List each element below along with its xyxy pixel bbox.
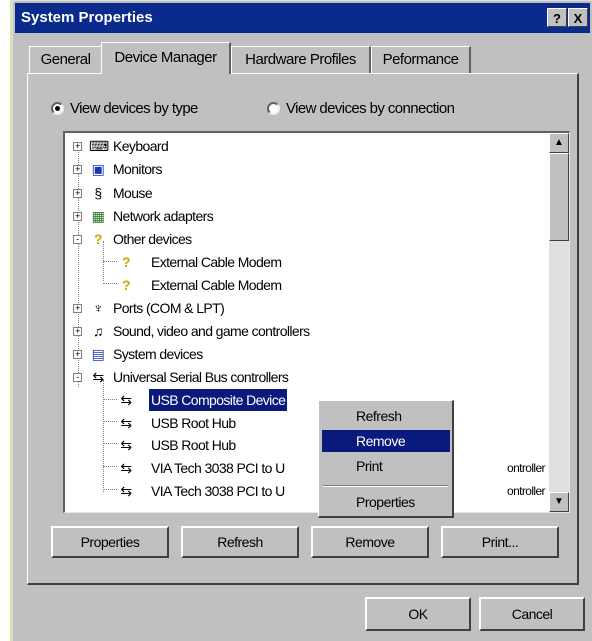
refresh-button[interactable]: Refresh	[181, 526, 299, 558]
tree-item-label: Mouse	[113, 185, 153, 201]
expand-icon[interactable]: +	[73, 165, 82, 174]
tree-connector	[103, 283, 117, 284]
usb-icon: ⇆	[120, 392, 132, 408]
usb-icon: ⇆	[120, 437, 132, 453]
tree-scrollbar[interactable]: ▲ ▼	[549, 133, 569, 512]
remove-button[interactable]: Remove	[311, 526, 429, 558]
usb-icon: ⇆	[120, 460, 132, 476]
radio-view-by-connection[interactable]: View devices by connection	[267, 100, 455, 117]
tab-hardware-profiles[interactable]: Hardware Profiles	[231, 46, 371, 73]
menu-item-properties[interactable]: Properties	[322, 491, 450, 513]
properties-button[interactable]: Properties	[51, 526, 169, 558]
tree-item-label: VIA Tech 3038 PCI to U	[151, 483, 285, 499]
expand-icon[interactable]: +	[73, 212, 82, 221]
tree-item-label: External Cable Modem	[151, 277, 282, 293]
sound-icon: ♫	[93, 323, 104, 339]
tree-item-label: System devices	[113, 346, 203, 362]
menu-item-refresh[interactable]: Refresh	[322, 405, 450, 427]
tree-item-label: Other devices	[113, 231, 192, 247]
tree-connector	[103, 261, 117, 262]
scroll-down-button[interactable]: ▼	[549, 492, 569, 512]
title-bar[interactable]: System Properties ? X	[15, 3, 590, 33]
tree-item-label: Ports (COM & LPT)	[113, 300, 225, 316]
tree-item-label: VIA Tech 3038 PCI to U	[151, 460, 285, 476]
radio-label: View devices by type	[70, 100, 198, 117]
expand-icon[interactable]: +	[73, 327, 82, 336]
unknown-device-icon: ?	[94, 231, 103, 247]
tree-connector	[103, 443, 117, 444]
window-title: System Properties	[21, 9, 153, 26]
network-adapter-icon: ▦	[91, 208, 105, 224]
expand-icon[interactable]: +	[73, 304, 82, 313]
unknown-device-icon: ?	[122, 277, 131, 293]
collapse-icon[interactable]: -	[73, 235, 82, 244]
tree-connector	[103, 421, 117, 422]
usb-icon: ⇆	[120, 483, 132, 499]
port-icon: ♆	[93, 300, 104, 316]
monitor-icon: ▣	[91, 161, 105, 177]
device-tree[interactable]: + ⌨ Keyboard + ▣ Monitors + § Mouse + ▦ …	[63, 131, 570, 513]
expand-icon[interactable]: +	[73, 350, 82, 359]
tree-connector	[103, 380, 104, 492]
scroll-thumb[interactable]	[549, 153, 569, 241]
tree-item-label: Monitors	[113, 161, 162, 177]
usb-icon: ⇆	[120, 415, 132, 431]
system-properties-dialog: System Properties ? X General Device Man…	[12, 0, 592, 641]
expand-icon[interactable]: +	[73, 189, 82, 198]
radio-label: View devices by connection	[286, 100, 455, 117]
collapse-icon[interactable]: -	[73, 373, 82, 382]
radio-view-by-type[interactable]: View devices by type	[51, 100, 198, 117]
tree-item-label: USB Root Hub	[151, 437, 236, 453]
help-button[interactable]: ?	[547, 8, 567, 27]
mouse-icon: §	[94, 185, 102, 201]
tree-item-label-tail: ontroller	[507, 484, 546, 498]
tree-item-label-selected: USB Composite Device	[149, 389, 288, 411]
tree-connector	[103, 399, 117, 400]
tree-item-label: Keyboard	[113, 138, 169, 154]
system-device-icon: ▤	[91, 346, 105, 362]
radio-selected-indicator	[51, 102, 64, 115]
tree-item-label-tail: ontroller	[507, 461, 546, 475]
ok-button[interactable]: OK	[365, 597, 471, 631]
tree-item-label: Sound, video and game controllers	[113, 323, 310, 339]
unknown-device-icon: ?	[122, 254, 131, 270]
keyboard-icon: ⌨	[89, 138, 109, 154]
cancel-button[interactable]: Cancel	[479, 597, 585, 631]
tab-device-manager[interactable]: Device Manager	[101, 42, 231, 74]
print-button[interactable]: Print...	[441, 526, 559, 558]
expand-icon[interactable]: +	[73, 142, 82, 151]
menu-item-remove[interactable]: Remove	[322, 430, 450, 452]
tree-item-label: USB Root Hub	[151, 415, 236, 431]
menu-item-print[interactable]: Print	[322, 455, 450, 477]
scroll-up-button[interactable]: ▲	[549, 133, 569, 153]
tab-general[interactable]: General	[29, 46, 103, 73]
tree-item-label: External Cable Modem	[151, 254, 282, 270]
radio-unselected-indicator	[267, 102, 280, 115]
tab-performance[interactable]: Peformance	[371, 46, 471, 73]
tree-item-label: Universal Serial Bus controllers	[113, 369, 289, 385]
tree-item-label: Network adapters	[113, 208, 214, 224]
close-button[interactable]: X	[568, 8, 588, 27]
context-menu: Refresh Remove Print Properties	[318, 400, 454, 518]
menu-separator	[323, 485, 448, 487]
usb-icon: ⇆	[92, 369, 104, 385]
